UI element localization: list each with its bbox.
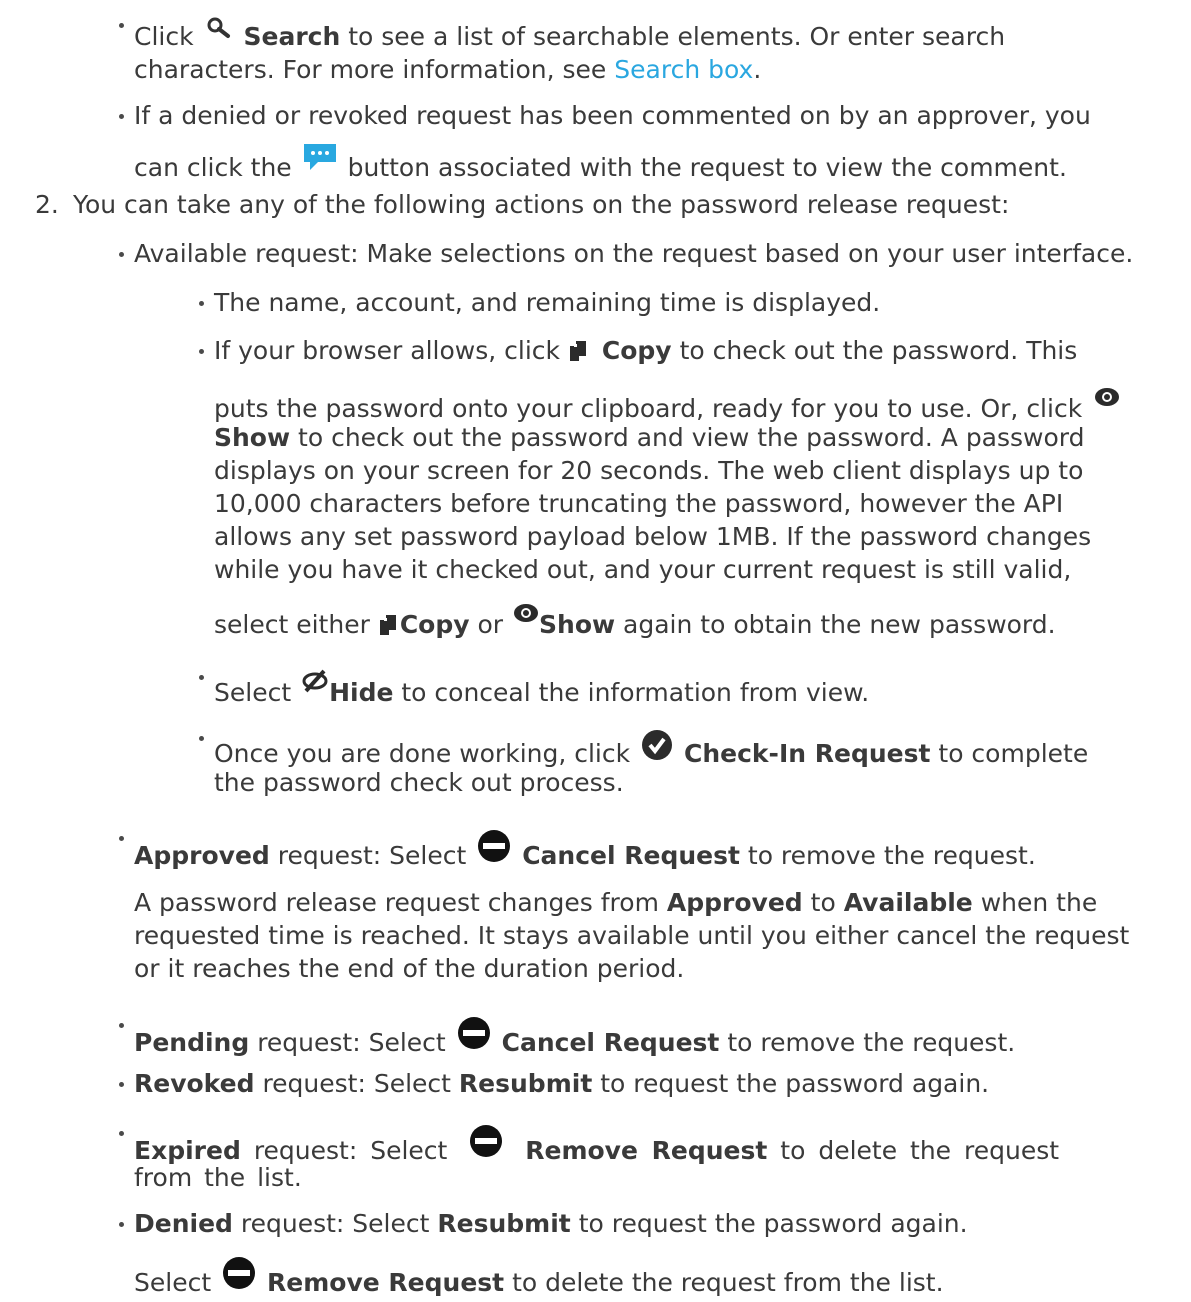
- approved-request-item: Approved request: Select Cancel Request …: [119, 830, 1036, 873]
- hide-icon: [301, 669, 329, 693]
- available-request-item: Available request: Make selections on th…: [118, 236, 1133, 271]
- denied-remove-line: Select Remove Request to delete the requ…: [134, 1257, 944, 1300]
- step-2-text: You can take any of the following action…: [73, 190, 1010, 219]
- eye-icon: [1094, 387, 1120, 407]
- comment-instruction-line2: can click the button associated with the…: [134, 142, 1067, 185]
- minus-circle-icon: [457, 1017, 490, 1049]
- eye-icon: [513, 603, 539, 623]
- approved-note-line3: or it reaches the end of the duration pe…: [134, 954, 685, 983]
- denied-request-item: Denied request: Select Resubmit to reque…: [119, 1206, 968, 1241]
- comment-instruction: If a denied or revoked request has been …: [119, 98, 1091, 133]
- available-copy-show-line5: 10,000 characters before truncating the …: [214, 489, 1064, 518]
- comment-icon: [302, 142, 338, 172]
- search-instruction-line2: characters. For more information, see Se…: [134, 55, 762, 84]
- expired-request-line2: from the list.: [134, 1163, 302, 1192]
- available-copy-show-line6: allows any set password payload below 1M…: [214, 522, 1092, 551]
- minus-circle-icon: [478, 830, 511, 862]
- search-box-link[interactable]: Search box: [614, 55, 753, 84]
- minus-circle-icon: [470, 1125, 503, 1157]
- available-subitem-copy-show: If your browser allows, click Copy to ch…: [198, 333, 1077, 368]
- available-copy-show-line3: Show to check out the password and view …: [214, 423, 1085, 452]
- step-2: 2.: [35, 190, 59, 219]
- approved-note-line1: A password release request changes from …: [134, 888, 1098, 917]
- available-subitem-hide: Select Hide to conceal the information f…: [198, 669, 869, 710]
- available-checkin-line2: the password check out process.: [214, 768, 624, 797]
- revoked-request-item: Revoked request: Select Resubmit to requ…: [118, 1066, 989, 1101]
- copy-icon: [569, 341, 588, 363]
- search-instruction: Click Search to see a list of searchable…: [118, 17, 1005, 54]
- copy-icon: [379, 615, 398, 637]
- minus-circle-icon: [223, 1257, 256, 1289]
- pending-request-item: Pending request: Select Cancel Request t…: [118, 1017, 1015, 1060]
- available-copy-show-line4: displays on your screen for 20 seconds. …: [214, 456, 1084, 485]
- available-copy-show-line7: while you have it checked out, and your …: [214, 555, 1072, 584]
- check-circle-icon: [642, 730, 673, 760]
- approved-note-line2: requested time is reached. It stays avai…: [134, 921, 1130, 950]
- available-subitem-info: The name, account, and remaining time is…: [198, 285, 880, 320]
- search-icon: [206, 17, 232, 39]
- available-copy-show-line8: select either Copy or Show again to obta…: [214, 603, 1056, 642]
